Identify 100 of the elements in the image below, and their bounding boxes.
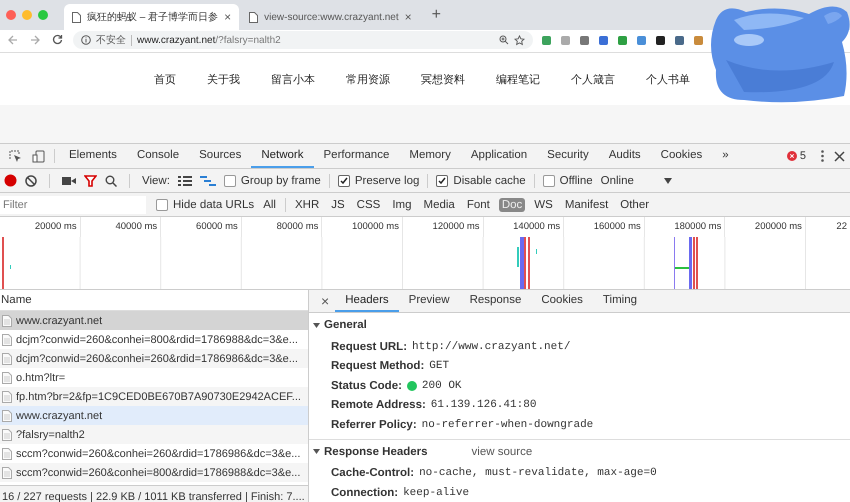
checkbox[interactable]: Group by frame (224, 174, 321, 186)
type-filter[interactable]: JS (328, 198, 348, 212)
header-value: http://www.crazyant.net/ (412, 340, 570, 353)
type-filter[interactable]: XHR (292, 198, 322, 212)
header-value: keep-alive (403, 486, 470, 499)
browser-tab[interactable]: view-source:www.crazyant.net × (241, 4, 420, 30)
detail-tab[interactable]: Response (460, 290, 532, 312)
header-key: Request Method: (331, 360, 424, 372)
nav-link[interactable]: 个人书单 (646, 72, 690, 86)
error-count[interactable]: 5 (800, 150, 806, 162)
detail-tab[interactable]: Preview (398, 290, 460, 312)
document-icon (2, 410, 12, 422)
clear-icon[interactable] (25, 174, 37, 186)
header-key: Request URL: (331, 340, 408, 353)
panel-tab[interactable]: Application (460, 144, 538, 168)
panel-tab[interactable]: Memory (399, 144, 461, 168)
list-view-icon[interactable] (178, 176, 192, 186)
header-value: 200 OK (422, 380, 462, 392)
header-value: GET (429, 360, 450, 372)
checkbox-square[interactable] (436, 174, 448, 186)
type-filter[interactable]: Media (420, 198, 458, 212)
section-title[interactable]: General (324, 319, 367, 331)
checkbox-square[interactable] (156, 198, 168, 210)
panel-tab[interactable]: Cookies (650, 144, 712, 168)
nav-link[interactable]: 个人箴言 (571, 72, 615, 86)
filter-icon[interactable] (84, 174, 97, 186)
error-icon[interactable] (786, 151, 797, 161)
address-bar[interactable]: 不安全 www.crazyant.net/?falsry=nalth2 (73, 31, 533, 49)
nav-link[interactable]: 编程笔记 (496, 72, 540, 86)
browser-tab[interactable]: 疯狂的蚂蚁 – 君子博学而日参 × (64, 4, 240, 30)
type-filter[interactable]: All (260, 198, 279, 212)
tab-close-button[interactable]: × (404, 10, 412, 24)
type-filter[interactable]: Other (617, 198, 652, 212)
nav-link[interactable]: 关于我 (207, 72, 240, 86)
filter-field[interactable]: Filter (0, 196, 146, 214)
request-row[interactable]: sccm?conwid=260&conhei=260&rdid=1786986&dc=3&e... (0, 444, 308, 463)
document-icon (72, 12, 81, 22)
panel-tab[interactable]: Audits (598, 144, 651, 168)
request-row[interactable]: sccm?conwid=260&conhei=800&rdid=1786988&dc=3&e... (0, 463, 308, 482)
checkbox-square[interactable] (224, 174, 236, 186)
header-key: Cache-Control: (331, 467, 414, 480)
panel-tab[interactable]: Security (537, 144, 599, 168)
star-icon[interactable] (514, 34, 525, 46)
request-row[interactable]: dcjm?conwid=260&conhei=260&rdid=1786986&dc=3&e... (0, 349, 308, 368)
document-icon (2, 390, 12, 402)
time-tick: 100000 ms (322, 217, 403, 237)
header-key: Connection: (331, 486, 398, 499)
type-filter[interactable]: CSS (354, 198, 384, 212)
detail-tab[interactable]: Timing (592, 290, 648, 312)
header-key: Status Code: (331, 380, 402, 392)
type-filter[interactable]: Font (464, 198, 493, 212)
status-bar: 16 / 227 requests | 22.9 KB / 1011 KB transferred | Finish: 7.... (0, 485, 308, 502)
checkbox[interactable]: Hide data URLs (156, 198, 254, 210)
checkbox-square[interactable] (338, 174, 350, 186)
expand-triangle-icon[interactable] (313, 322, 320, 328)
nav-link[interactable]: 首页 (154, 72, 176, 86)
checkbox[interactable]: Disable cache (436, 174, 526, 186)
request-row[interactable]: o.htm?ltr= (0, 368, 308, 387)
time-tick: 160000 ms (564, 217, 645, 237)
section-title[interactable]: Response Headers (324, 446, 428, 458)
throttle-dropdown[interactable]: Online (600, 174, 672, 186)
checkbox[interactable]: Offline (542, 174, 593, 186)
nav-link[interactable]: 冥想资料 (421, 72, 465, 86)
close-button[interactable]: × (315, 290, 336, 312)
request-row[interactable]: dcjm?conwid=260&conhei=800&rdid=1786988&dc=3&e... (0, 330, 308, 349)
request-row[interactable]: www.crazyant.net (0, 311, 308, 330)
dropdown-arrow-icon[interactable] (664, 178, 672, 184)
tab-close-button[interactable]: × (224, 10, 232, 24)
detail-tab[interactable]: Headers (335, 290, 399, 312)
request-row[interactable]: ?falsry=nalth2 (0, 425, 308, 444)
checkbox[interactable]: Preserve log (338, 174, 420, 186)
time-tick: 60000 ms (161, 217, 242, 237)
time-tick: 40000 ms (80, 217, 162, 237)
waterfall-view-icon[interactable] (200, 176, 216, 186)
view-source-link[interactable]: view source (472, 446, 532, 458)
search-icon[interactable] (105, 174, 117, 186)
detail-tab[interactable]: Cookies (531, 290, 593, 312)
type-filter[interactable]: Manifest (562, 198, 612, 212)
request-row[interactable]: www.crazyant.net (0, 406, 308, 425)
panel-tab[interactable]: Console (126, 144, 190, 168)
panel-tab[interactable]: Elements (59, 144, 127, 168)
type-filter[interactable]: WS (531, 198, 556, 212)
type-filter[interactable]: Img (389, 198, 414, 212)
checkbox-square[interactable] (542, 174, 555, 186)
panel-tab[interactable]: Performance (314, 144, 400, 168)
request-row[interactable]: fp.htm?br=2&fp=1C9CED0BE670B7A90730E2942ACEF... (0, 387, 308, 406)
nav-link[interactable]: 常用资源 (346, 72, 390, 86)
expand-triangle-icon[interactable] (313, 448, 320, 455)
time-tick: 22 (835, 220, 848, 234)
panel-tab[interactable]: Sources (189, 144, 252, 168)
record-icon[interactable] (4, 174, 17, 187)
time-tick: 120000 ms (402, 217, 484, 237)
url-text: www.crazyant.net/?falsry=nalth2 (137, 34, 281, 46)
new-tab-button[interactable]: + (428, 6, 445, 24)
zoom-icon[interactable] (499, 35, 509, 45)
nav-link[interactable]: 留言小本 (271, 72, 315, 86)
camera-icon[interactable] (62, 176, 76, 186)
extension-icon[interactable] (655, 34, 666, 46)
more-tabs-button[interactable]: » (712, 144, 739, 168)
document-icon (2, 314, 12, 326)
